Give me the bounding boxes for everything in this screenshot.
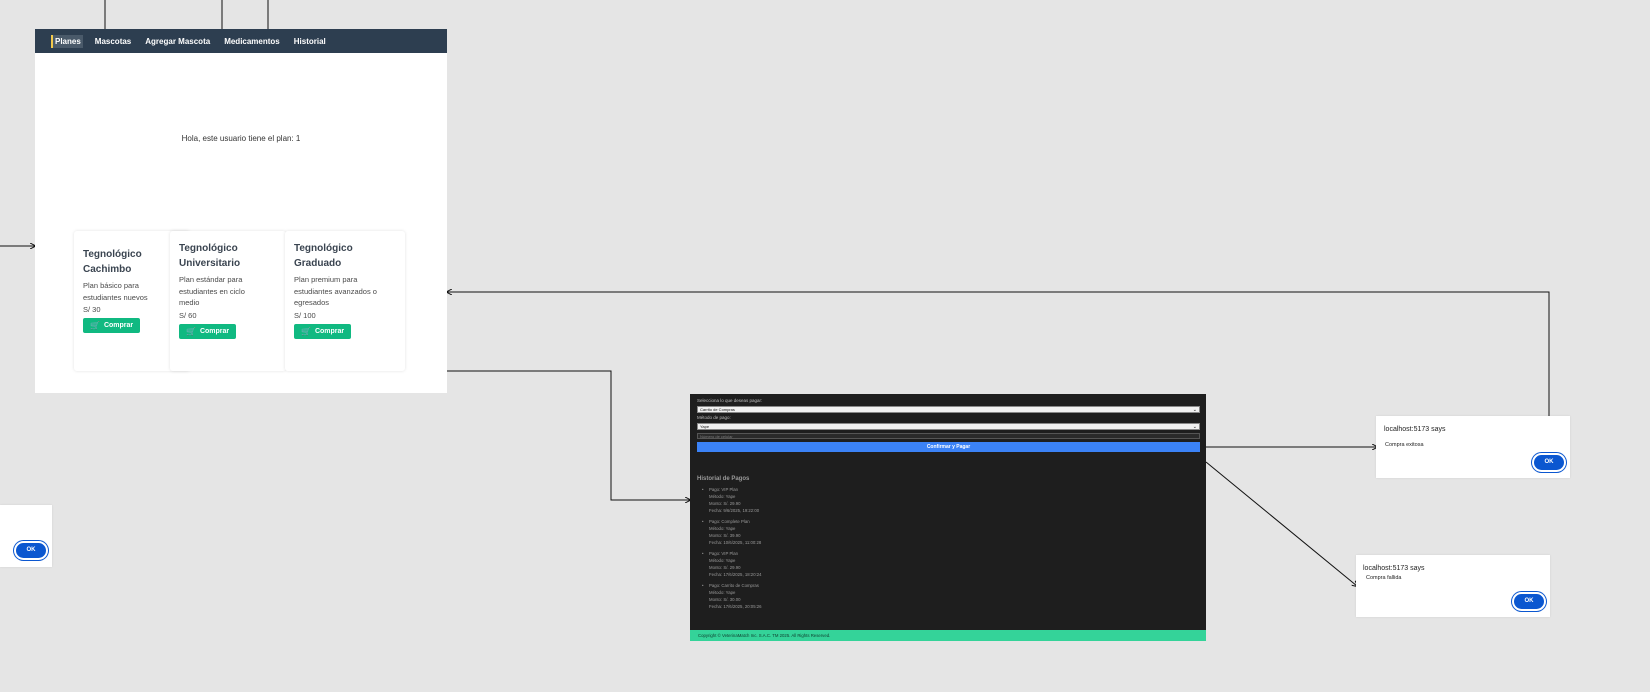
nav-historial[interactable]: Historial xyxy=(292,35,328,48)
plan-greeting: Hola, este usuario tiene el plan: 1 xyxy=(181,134,301,143)
partial-dialog: OK xyxy=(0,505,52,567)
ok-button[interactable]: OK xyxy=(1534,455,1564,470)
cart-icon: 🛒 xyxy=(301,327,311,336)
plan-card-graduado: Tegnológico Graduado Plan premium para e… xyxy=(285,231,405,371)
plan-description: Plan premium para estudiantes avanzados … xyxy=(294,275,377,307)
plan-description: Plan básico para estudiantes nuevos xyxy=(83,281,148,302)
payment-history-title: Historial de Pagos xyxy=(697,476,750,482)
ok-button[interactable]: OK xyxy=(16,543,46,558)
payment-page-frame: Selecciona lo que deseas pagar: Carrito … xyxy=(690,394,1206,641)
nav-medicamentos[interactable]: Medicamentos xyxy=(222,35,282,48)
planes-page-frame: Planes Mascotas Agregar Mascota Medicame… xyxy=(35,29,447,393)
buy-button-cachimbo[interactable]: 🛒 Comprar xyxy=(83,318,141,333)
plan-card-universitario: Tegnológico Universitario Plan estándar … xyxy=(170,231,286,371)
alert-success-dialog: localhost:5173 says Compra exitosa OK xyxy=(1376,416,1570,478)
buy-button-graduado[interactable]: 🛒 Comprar xyxy=(294,324,352,339)
plan-price: S/ 60 xyxy=(179,311,197,320)
page-footer: Copyright © VeterinaMatch Inc. S.A.C. TM… xyxy=(690,630,1206,641)
chevron-down-icon: ⌄ xyxy=(1192,407,1197,413)
dialog-message: Compra exitosa xyxy=(1385,442,1424,448)
buy-button-universitario[interactable]: 🛒 Comprar xyxy=(179,324,237,339)
plan-price: S/ 30 xyxy=(83,305,101,314)
top-navbar: Planes Mascotas Agregar Mascota Medicame… xyxy=(35,29,447,53)
method-label: Método de pago: xyxy=(697,415,731,420)
cart-icon: 🛒 xyxy=(90,321,100,330)
chevron-down-icon: ⌄ xyxy=(1192,424,1197,430)
nav-agregar-mascota[interactable]: Agregar Mascota xyxy=(143,35,212,48)
cart-icon: 🛒 xyxy=(186,327,196,336)
ok-button[interactable]: OK xyxy=(1514,594,1544,609)
phone-number-input[interactable]: Número de celular xyxy=(697,433,1200,439)
plan-price: S/ 100 xyxy=(294,311,316,320)
plan-description: Plan estándar para estudiantes en ciclo … xyxy=(179,275,245,307)
nav-mascotas[interactable]: Mascotas xyxy=(93,35,133,48)
plan-title: Tegnológico Universitario xyxy=(179,243,241,269)
payment-method-select[interactable]: Yape ⌄ xyxy=(697,423,1200,430)
plan-title: Tegnológico Graduado xyxy=(294,243,353,269)
dialog-title: localhost:5173 says xyxy=(1384,426,1446,433)
nav-planes[interactable]: Planes xyxy=(51,34,83,48)
dialog-title: localhost:5173 says xyxy=(1363,565,1425,572)
confirm-pay-button[interactable]: Confirmar y Pagar xyxy=(697,442,1200,452)
plan-title: Tegnológico Cachimbo xyxy=(83,249,142,275)
dialog-message: Compra fallida xyxy=(1366,575,1402,581)
select-label: Selecciona lo que deseas pagar: xyxy=(697,398,763,403)
alert-fail-dialog: localhost:5173 says Compra fallida OK xyxy=(1356,555,1550,617)
payment-item-select[interactable]: Carrito de Compras ⌄ xyxy=(697,406,1200,413)
